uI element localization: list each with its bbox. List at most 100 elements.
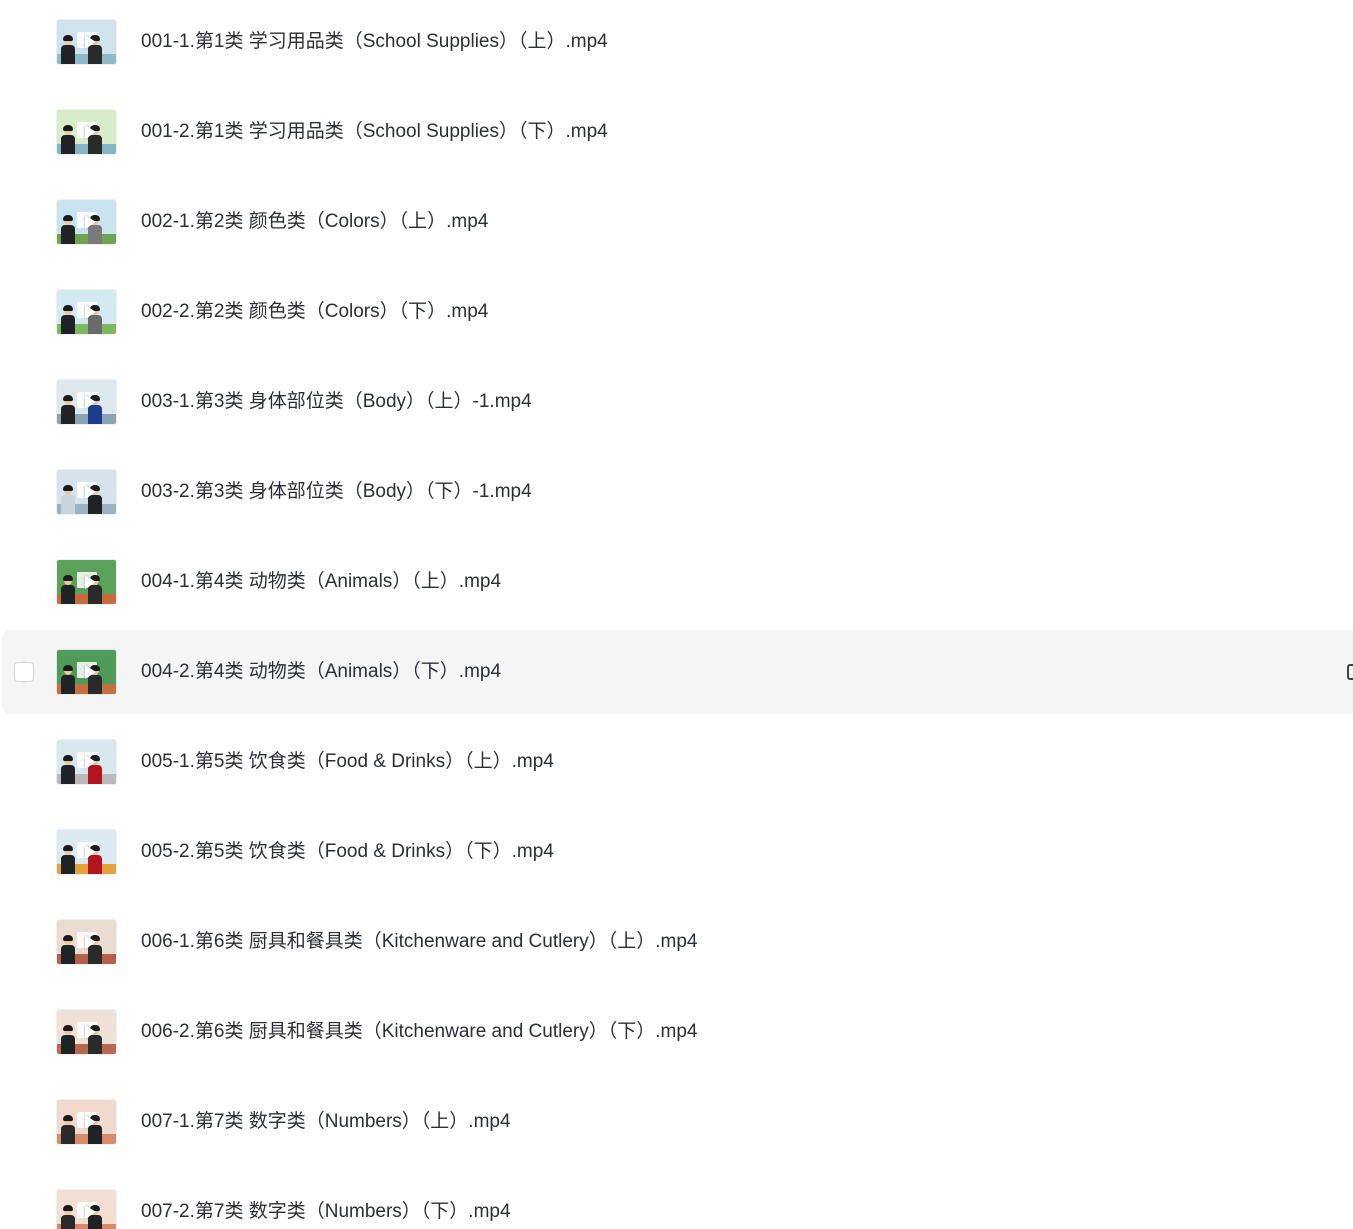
thumbnail-person-a bbox=[61, 125, 75, 154]
thumbnail-figure-part bbox=[61, 495, 75, 514]
video-thumbnail[interactable] bbox=[57, 110, 116, 154]
play-icon bbox=[85, 665, 96, 679]
video-thumbnail[interactable] bbox=[57, 200, 116, 244]
video-thumbnail[interactable] bbox=[57, 1010, 116, 1054]
thumbnail-person-a bbox=[61, 665, 75, 694]
file-name[interactable]: 003-1.第3类 身体部位类（Body）（上）-1.mp4 bbox=[141, 389, 532, 415]
file-row[interactable]: 001-2.第1类 学习用品类（School Supplies）（下）.mp4 bbox=[2, 90, 1353, 174]
thumbnail-figure-part bbox=[63, 35, 73, 41]
play-icon bbox=[85, 395, 96, 409]
video-thumbnail[interactable] bbox=[57, 470, 116, 514]
file-name[interactable]: 006-1.第6类 厨具和餐具类（Kitchenware and Cutlery… bbox=[141, 929, 697, 955]
thumbnail-person-a bbox=[61, 1205, 75, 1229]
thumbnail-person-a bbox=[61, 1115, 75, 1144]
thumbnail-figure-part bbox=[61, 675, 75, 694]
thumbnail-person-a bbox=[61, 935, 75, 964]
thumbnail-person-a bbox=[61, 485, 75, 514]
file-row[interactable]: 005-1.第5类 饮食类（Food & Drinks）（上）.mp4 bbox=[2, 720, 1353, 804]
file-row[interactable]: 003-2.第3类 身体部位类（Body）（下）-1.mp4 bbox=[2, 450, 1353, 534]
thumbnail-figure-part bbox=[63, 1025, 73, 1031]
file-name[interactable]: 004-1.第4类 动物类（Animals）（上）.mp4 bbox=[141, 569, 501, 595]
play-icon bbox=[85, 935, 96, 949]
thumbnail-figure-part bbox=[63, 1115, 73, 1121]
thumbnail-figure-part bbox=[63, 935, 73, 941]
thumbnail-figure-part bbox=[61, 45, 75, 64]
file-name[interactable]: 007-1.第7类 数字类（Numbers）（上）.mp4 bbox=[141, 1109, 511, 1135]
thumbnail-figure-part bbox=[61, 765, 75, 784]
thumbnail-figure-part bbox=[63, 665, 73, 671]
file-row[interactable]: 002-2.第2类 颜色类（Colors）（下）.mp4 bbox=[2, 270, 1353, 354]
video-thumbnail[interactable] bbox=[57, 380, 116, 424]
play-icon bbox=[85, 305, 96, 319]
file-name[interactable]: 007-2.第7类 数字类（Numbers）（下）.mp4 bbox=[141, 1199, 511, 1225]
thumbnail-figure-part bbox=[61, 1035, 75, 1054]
file-row[interactable]: 006-1.第6类 厨具和餐具类（Kitchenware and Cutlery… bbox=[2, 900, 1353, 984]
video-thumbnail[interactable] bbox=[57, 1100, 116, 1144]
play-icon bbox=[85, 1025, 96, 1039]
row-checkbox[interactable] bbox=[14, 662, 34, 682]
video-thumbnail[interactable] bbox=[57, 920, 116, 964]
thumbnail-figure-part bbox=[61, 585, 75, 604]
play-icon bbox=[85, 1205, 96, 1219]
file-row[interactable]: 007-1.第7类 数字类（Numbers）（上）.mp4 bbox=[2, 1080, 1353, 1164]
thumbnail-figure-part bbox=[63, 575, 73, 581]
thumbnail-figure-part bbox=[61, 225, 75, 244]
file-name[interactable]: 002-2.第2类 颜色类（Colors）（下）.mp4 bbox=[141, 299, 488, 325]
thumbnail-figure-part bbox=[63, 845, 73, 851]
thumbnail-person-a bbox=[61, 755, 75, 784]
play-icon bbox=[85, 35, 96, 49]
thumbnail-figure-part bbox=[63, 485, 73, 491]
thumbnail-figure-part bbox=[61, 945, 75, 964]
play-icon bbox=[85, 1115, 96, 1129]
file-row[interactable]: 003-1.第3类 身体部位类（Body）（上）-1.mp4 bbox=[2, 360, 1353, 444]
thumbnail-figure-part bbox=[61, 405, 75, 424]
thumbnail-person-a bbox=[61, 395, 75, 424]
file-row[interactable]: 007-2.第7类 数字类（Numbers）（下）.mp4 bbox=[2, 1170, 1353, 1229]
thumbnail-figure-part bbox=[63, 125, 73, 131]
play-icon bbox=[85, 485, 96, 499]
file-name[interactable]: 002-1.第2类 颜色类（Colors）（上）.mp4 bbox=[141, 209, 488, 235]
thumbnail-person-a bbox=[61, 845, 75, 874]
thumbnail-figure-part bbox=[63, 215, 73, 221]
thumbnail-person-a bbox=[61, 305, 75, 334]
video-thumbnail[interactable] bbox=[57, 650, 116, 694]
play-icon bbox=[85, 845, 96, 859]
file-row[interactable]: 005-2.第5类 饮食类（Food & Drinks）（下）.mp4 bbox=[2, 810, 1353, 894]
thumbnail-figure-part bbox=[61, 1125, 75, 1144]
thumbnail-person-a bbox=[61, 1025, 75, 1054]
video-thumbnail[interactable] bbox=[57, 560, 116, 604]
file-row[interactable]: 001-1.第1类 学习用品类（School Supplies）（上）.mp4 bbox=[2, 0, 1353, 84]
thumbnail-figure-part bbox=[61, 315, 75, 334]
play-icon bbox=[85, 125, 96, 139]
file-name[interactable]: 004-2.第4类 动物类（Animals）（下）.mp4 bbox=[141, 659, 501, 685]
thumbnail-person-a bbox=[61, 575, 75, 604]
thumbnail-figure-part bbox=[63, 1205, 73, 1211]
file-row[interactable]: 006-2.第6类 厨具和餐具类（Kitchenware and Cutlery… bbox=[2, 990, 1353, 1074]
thumbnail-figure-part bbox=[61, 1215, 75, 1229]
file-row[interactable]: 004-1.第4类 动物类（Animals）（上）.mp4 bbox=[2, 540, 1353, 624]
file-row[interactable]: 004-2.第4类 动物类（Animals）（下）.mp4 bbox=[2, 630, 1353, 714]
thumbnail-person-a bbox=[61, 35, 75, 64]
file-name[interactable]: 001-2.第1类 学习用品类（School Supplies）（下）.mp4 bbox=[141, 119, 608, 145]
file-list: 001-1.第1类 学习用品类（School Supplies）（上）.mp4 0… bbox=[0, 0, 1353, 1229]
file-name[interactable]: 003-2.第3类 身体部位类（Body）（下）-1.mp4 bbox=[141, 479, 532, 505]
video-thumbnail[interactable] bbox=[57, 830, 116, 874]
video-thumbnail[interactable] bbox=[57, 290, 116, 334]
file-name[interactable]: 006-2.第6类 厨具和餐具类（Kitchenware and Cutlery… bbox=[141, 1019, 697, 1045]
thumbnail-person-a bbox=[61, 215, 75, 244]
thumbnail-figure-part bbox=[63, 395, 73, 401]
thumbnail-figure-part bbox=[63, 305, 73, 311]
thumbnail-figure-part bbox=[61, 855, 75, 874]
file-name[interactable]: 005-2.第5类 饮食类（Food & Drinks）（下）.mp4 bbox=[141, 839, 554, 865]
video-thumbnail[interactable] bbox=[57, 1190, 116, 1229]
file-name[interactable]: 005-1.第5类 饮食类（Food & Drinks）（上）.mp4 bbox=[141, 749, 554, 775]
play-icon bbox=[85, 755, 96, 769]
row-more-icon[interactable] bbox=[1347, 664, 1353, 680]
thumbnail-figure-part bbox=[61, 135, 75, 154]
play-icon bbox=[85, 575, 96, 589]
video-thumbnail[interactable] bbox=[57, 740, 116, 784]
thumbnail-figure-part bbox=[63, 755, 73, 761]
file-row[interactable]: 002-1.第2类 颜色类（Colors）（上）.mp4 bbox=[2, 180, 1353, 264]
video-thumbnail[interactable] bbox=[57, 20, 116, 64]
file-name[interactable]: 001-1.第1类 学习用品类（School Supplies）（上）.mp4 bbox=[141, 29, 608, 55]
